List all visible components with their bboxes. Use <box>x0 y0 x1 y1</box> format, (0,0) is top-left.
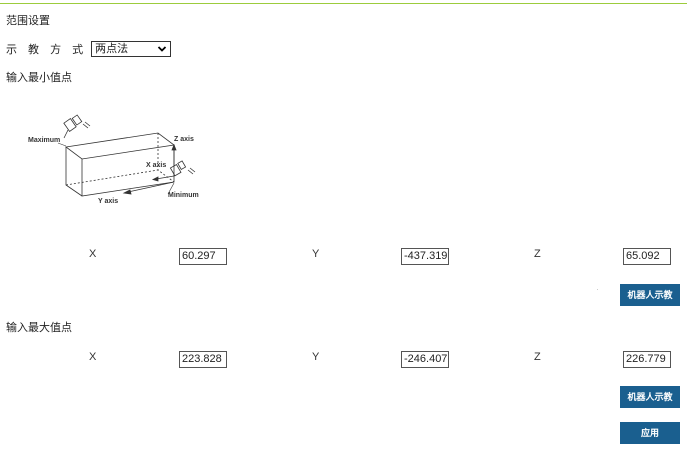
section-title: 范围设置 <box>6 15 50 27</box>
max-y-label: Y <box>312 351 320 363</box>
teach-method-row: 示 教 方 式 两点法 <box>6 41 172 57</box>
min-z-label: Z <box>534 248 541 260</box>
max-point-heading: 输入最大值点 <box>6 322 72 334</box>
min-y-input[interactable]: -437.319 <box>401 248 449 265</box>
min-point-heading: 输入最小值点 <box>6 72 72 84</box>
min-robot-teach-button[interactable]: 机器人示教 <box>620 284 680 306</box>
min-z-input[interactable]: 65.092 <box>623 248 671 265</box>
min-x-label: X <box>89 248 97 260</box>
min-x-input[interactable]: 60.297 <box>179 248 227 265</box>
teach-method-label: 示 教 方 式 <box>6 44 88 56</box>
z-axis-label: Z axis <box>174 136 194 143</box>
top-divider <box>0 3 687 4</box>
maximum-label: Maximum <box>28 137 61 144</box>
chevron-down-icon <box>158 46 167 52</box>
max-x-label: X <box>89 351 97 363</box>
teach-method-select[interactable]: 两点法 <box>91 41 172 57</box>
teach-method-value: 两点法 <box>95 43 129 55</box>
minimum-label: Minimum <box>168 192 199 199</box>
max-z-label: Z <box>534 351 541 363</box>
apply-button[interactable]: 应用 <box>620 422 680 444</box>
max-x-input[interactable]: 223.828 <box>179 351 227 368</box>
x-axis-label: X axis <box>146 162 167 169</box>
max-robot-teach-button[interactable]: 机器人示教 <box>620 386 680 408</box>
separator-dot <box>597 289 598 290</box>
min-y-label: Y <box>312 248 320 260</box>
max-z-input[interactable]: 226.779 <box>623 351 671 368</box>
range-diagram: Maximum Z axis X axis Minimum Y axis <box>28 110 208 215</box>
y-axis-label: Y axis <box>98 198 119 205</box>
max-y-input[interactable]: -246.407 <box>401 351 449 368</box>
